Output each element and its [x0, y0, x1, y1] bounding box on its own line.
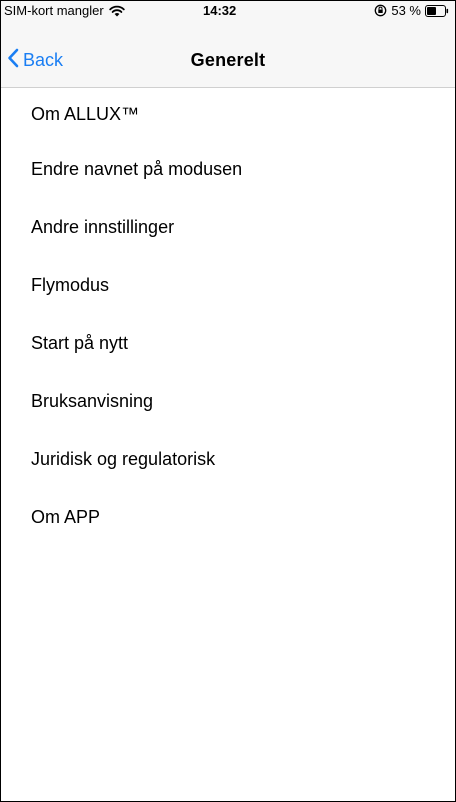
settings-menu-list: Om ALLUX™ Endre navnet på modusen Andre …: [1, 88, 455, 546]
app-screen: SIM-kort mangler 14:32 53 % Back Generel…: [0, 0, 456, 802]
navigation-bar: Back Generelt: [1, 21, 455, 88]
menu-item-restart[interactable]: Start på nytt: [1, 314, 455, 372]
menu-item-about-app[interactable]: Om APP: [1, 488, 455, 546]
status-time: 14:32: [203, 3, 237, 18]
battery-icon: [425, 4, 449, 17]
status-right: 53 %: [374, 3, 449, 18]
battery-percent: 53 %: [391, 3, 421, 18]
menu-item-about-allux[interactable]: Om ALLUX™: [1, 88, 455, 140]
menu-item-user-manual[interactable]: Bruksanvisning: [1, 372, 455, 430]
menu-item-airplane-mode[interactable]: Flymodus: [1, 256, 455, 314]
menu-item-other-settings[interactable]: Andre innstillinger: [1, 198, 455, 256]
wifi-icon: [109, 5, 125, 17]
page-title: Generelt: [190, 50, 266, 70]
carrier-text: SIM-kort mangler: [4, 3, 104, 18]
menu-item-rename-mode[interactable]: Endre navnet på modusen: [1, 140, 455, 198]
status-left: SIM-kort mangler: [4, 3, 125, 18]
status-bar: SIM-kort mangler 14:32 53 %: [1, 1, 455, 21]
rotation-lock-icon: [374, 4, 387, 17]
menu-item-legal-regulatory[interactable]: Juridisk og regulatorisk: [1, 430, 455, 488]
